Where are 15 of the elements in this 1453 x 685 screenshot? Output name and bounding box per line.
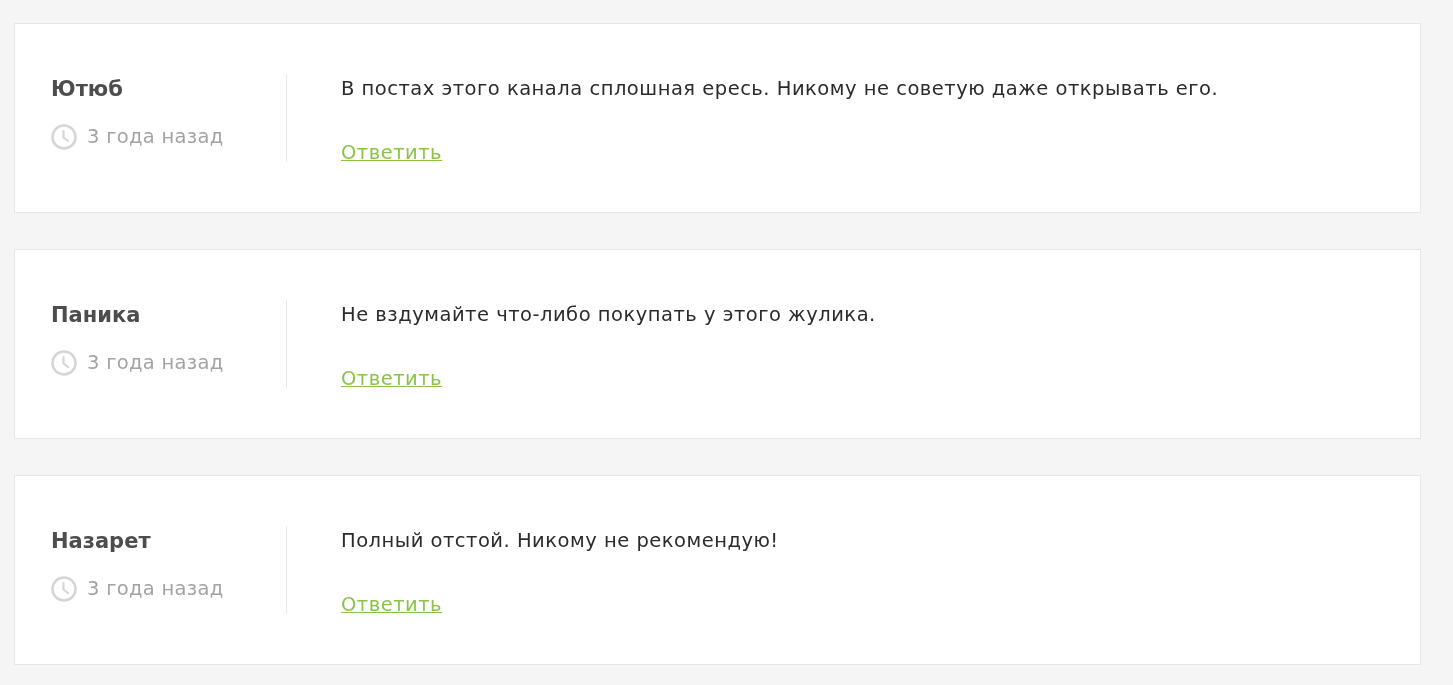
comment-time: 3 года назад <box>87 576 224 602</box>
comment-time: 3 года назад <box>87 124 224 150</box>
clock-icon <box>51 124 77 150</box>
author-name: Ютюб <box>51 76 124 103</box>
comment-text: В постах этого канала сплошная ересь. Никому не советую даже открывать его. <box>341 76 1219 102</box>
clock-icon <box>51 350 77 376</box>
clock-icon <box>51 576 77 602</box>
author-name: Паника <box>51 302 142 329</box>
reply-link[interactable]: Ответить <box>341 138 443 168</box>
author-name: Назарет <box>51 528 152 555</box>
comment-text: Полный отстой. Никому не рекомендую! <box>341 528 779 554</box>
comment-time: 3 года назад <box>87 350 224 376</box>
comment-text: Не вздумайте что-либо покупать у этого жулика. <box>341 302 876 328</box>
reply-link[interactable]: Ответить <box>341 590 443 620</box>
reply-link[interactable]: Ответить <box>341 364 443 394</box>
